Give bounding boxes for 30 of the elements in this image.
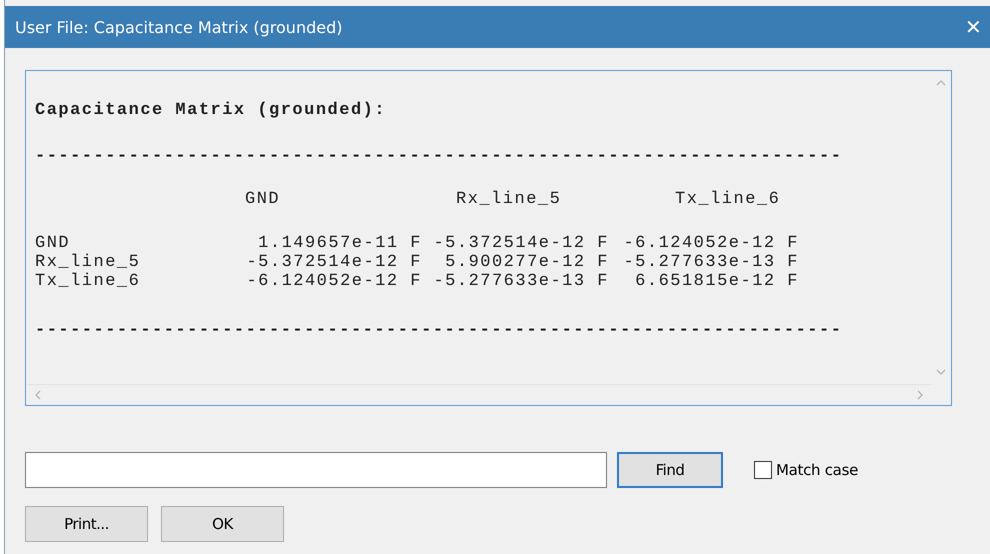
row-label: GND bbox=[35, 234, 72, 253]
table-cell-text: -5.372514e-12 F bbox=[245, 253, 423, 272]
table-cell-text: -5.277633e-13 F bbox=[432, 272, 610, 291]
table-cell-text: -5.372514e-12 F bbox=[432, 234, 610, 253]
close-button[interactable]: ✕ bbox=[957, 14, 990, 40]
column-header: Tx_line_6 bbox=[674, 190, 782, 209]
table-cell-text: -6.124052e-12 F bbox=[245, 272, 423, 291]
search-field[interactable] bbox=[25, 452, 607, 488]
table-cell-text: 5.900277e-12 F bbox=[444, 253, 610, 272]
ok-button[interactable]: OK bbox=[161, 506, 284, 542]
table-cell-text: 6.651815e-12 F bbox=[634, 272, 800, 291]
scroll-right-icon[interactable] bbox=[917, 390, 923, 400]
row-label: Rx_line_5 bbox=[35, 253, 142, 272]
column-header: Rx_line_5 bbox=[455, 190, 562, 209]
scroll-down-icon[interactable] bbox=[936, 369, 946, 375]
row-label: Tx_line_6 bbox=[35, 272, 142, 291]
table-cell-text: -6.124052e-12 F bbox=[622, 234, 800, 253]
match-case-checkbox[interactable] bbox=[754, 461, 772, 479]
output-heading: Capacitance Matrix (grounded): bbox=[35, 101, 388, 120]
window-title: User File: Capacitance Matrix (grounded) bbox=[15, 18, 342, 36]
column-header: GND bbox=[245, 190, 282, 209]
print-button[interactable]: Print... bbox=[25, 506, 148, 542]
separator-line: --------------------------------------------------------------------- bbox=[35, 147, 844, 166]
scroll-left-icon[interactable] bbox=[35, 390, 41, 400]
scroll-up-icon[interactable] bbox=[936, 80, 946, 86]
separator-line: --------------------------------------------------------------------- bbox=[35, 321, 844, 340]
table-cell-text: -5.277633e-13 F bbox=[622, 253, 800, 272]
table-cell-text: 1.149657e-11 F bbox=[257, 234, 423, 253]
find-button[interactable]: Find bbox=[617, 452, 723, 488]
checkbox-label[interactable]: Match case bbox=[776, 461, 858, 479]
